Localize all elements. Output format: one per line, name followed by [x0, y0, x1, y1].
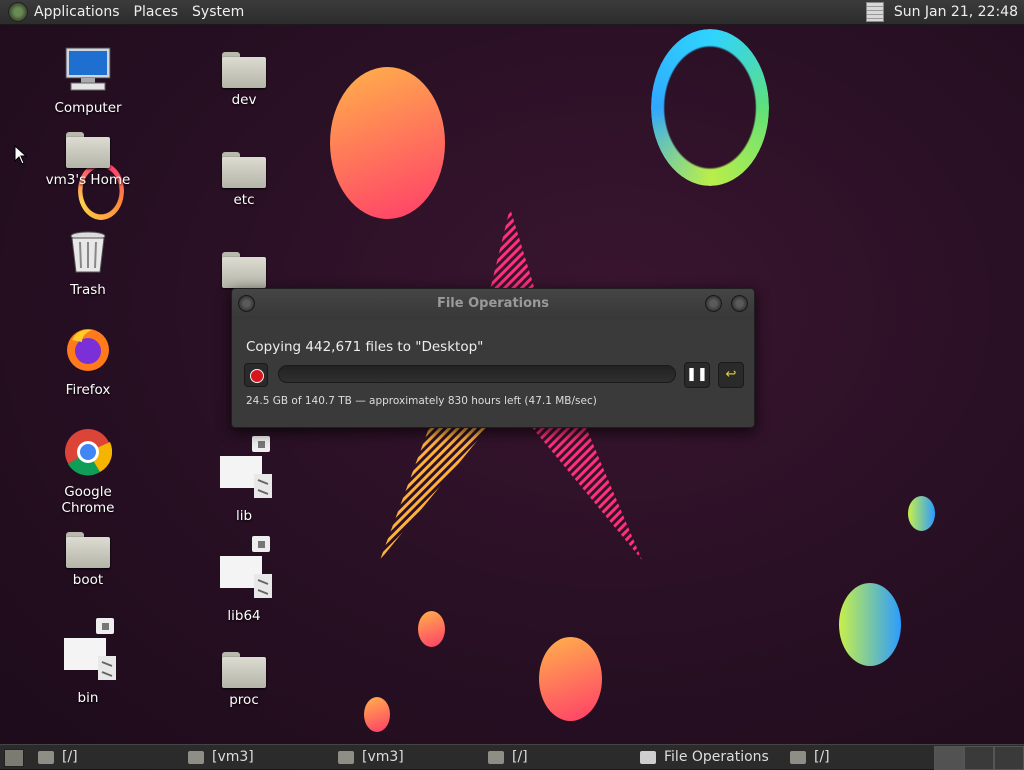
desktop-icon-label: Trash — [38, 282, 138, 298]
desktop-icon-hidden-folder[interactable] — [194, 252, 294, 288]
desktop-icon-etc[interactable]: etc — [194, 152, 294, 208]
copy-status: 24.5 GB of 140.7 TB — approximately 830 … — [246, 395, 597, 407]
clock[interactable]: Sun Jan 21, 22:48 — [894, 4, 1018, 20]
desktop-icon-dev[interactable]: dev — [194, 52, 294, 108]
desktop-icon-lib64[interactable]: lib64 — [194, 536, 294, 624]
desktop-icon-label: lib — [194, 508, 294, 524]
pause-icon: ❚❚ — [686, 367, 708, 382]
home-folder-icon — [66, 132, 110, 168]
desktop-icon-label: boot — [38, 572, 138, 588]
workspace-3[interactable] — [994, 746, 1024, 770]
folder-icon — [790, 751, 806, 764]
window-menu-button[interactable] — [238, 295, 255, 312]
desktop-icon-label: lib64 — [194, 608, 294, 624]
desktop-icon-home[interactable]: vm3's Home — [38, 132, 138, 188]
pause-button[interactable]: ❚❚ — [684, 362, 710, 388]
folder-icon — [222, 652, 266, 688]
desktop-icon-label: bin — [38, 690, 138, 706]
wallpaper-green-ellipse — [839, 583, 901, 666]
folder-icon — [66, 532, 110, 568]
task-item[interactable]: [/] — [488, 745, 528, 769]
record-indicator-icon — [244, 363, 268, 387]
desktop-icon-proc[interactable]: proc — [194, 652, 294, 708]
wallpaper-orange-ellipse — [330, 67, 445, 219]
chrome-icon — [64, 428, 112, 476]
firefox-icon — [64, 326, 112, 374]
workspace-1[interactable] — [934, 746, 964, 770]
home-folder-icon — [338, 751, 354, 764]
dialog-title: File Operations — [437, 296, 549, 311]
task-label: [/] — [814, 749, 830, 765]
symlink-icon — [58, 618, 118, 682]
task-label: [/] — [512, 749, 528, 765]
distro-logo-icon[interactable] — [8, 2, 28, 22]
wallpaper-orange-dot — [418, 611, 445, 647]
file-ops-icon — [640, 751, 656, 764]
desktop-icon-label: Google Chrome — [38, 484, 138, 516]
minimize-button[interactable] — [705, 295, 722, 312]
clock-area: Sun Jan 21, 22:48 — [866, 0, 1018, 24]
wallpaper-ring — [651, 29, 769, 186]
wallpaper-orange-ellipse-bottom — [539, 637, 602, 721]
desktop-icon-firefox[interactable]: Firefox — [38, 326, 138, 398]
copy-description: Copying 442,671 files to "Desktop" — [246, 339, 483, 355]
undo-icon: ↩ — [726, 367, 737, 382]
task-item-file-operations[interactable]: File Operations — [640, 745, 769, 769]
computer-icon — [63, 46, 113, 92]
task-item[interactable]: [vm3] — [188, 745, 254, 769]
folder-icon — [222, 252, 266, 288]
folder-icon — [222, 152, 266, 188]
wallpaper-small-green-ellipse — [908, 496, 935, 531]
task-item[interactable]: [vm3] — [338, 745, 404, 769]
menu-places[interactable]: Places — [134, 4, 179, 20]
cancel-button[interactable]: ↩ — [718, 362, 744, 388]
desktop-icon-lib[interactable]: lib — [194, 436, 294, 524]
task-item[interactable]: [/] — [790, 745, 830, 769]
desktop-icon-trash[interactable]: Trash — [38, 230, 138, 298]
desktop-icon-computer[interactable]: Computer — [38, 46, 138, 116]
symlink-icon — [214, 536, 274, 600]
task-label: [vm3] — [212, 749, 254, 765]
desktop-icon-label: Firefox — [38, 382, 138, 398]
file-operations-dialog: File Operations Copying 442,671 files to… — [231, 288, 755, 428]
desktop-icon-chrome[interactable]: Google Chrome — [38, 428, 138, 516]
top-panel: Applications Places System Sun Jan 21, 2… — [0, 0, 1024, 25]
desktop-icon-label: etc — [194, 192, 294, 208]
folder-icon — [488, 751, 504, 764]
desktop-icon-label: dev — [194, 92, 294, 108]
workspace-2[interactable] — [964, 746, 994, 770]
mouse-cursor-icon — [14, 145, 28, 165]
task-label: [vm3] — [362, 749, 404, 765]
folder-icon — [38, 751, 54, 764]
trash-icon — [68, 230, 108, 274]
folder-icon — [222, 52, 266, 88]
folder-icon — [188, 751, 204, 764]
dialog-titlebar[interactable]: File Operations — [232, 289, 754, 319]
wallpaper-orange-dot-2 — [364, 697, 390, 732]
menu-applications[interactable]: Applications — [34, 4, 120, 20]
show-desktop-icon[interactable] — [4, 749, 24, 767]
desktop-icon-bin[interactable]: bin — [38, 618, 138, 706]
desktop-icon-label: proc — [194, 692, 294, 708]
task-label: File Operations — [664, 749, 769, 765]
notes-applet-icon[interactable] — [866, 2, 884, 22]
bottom-taskbar: [/] [vm3] [vm3] [/] File Operations [/] — [0, 744, 1024, 769]
desktop-icon-label: Computer — [38, 100, 138, 116]
desktop-icon-label: vm3's Home — [38, 172, 138, 188]
desktop-icon-boot[interactable]: boot — [38, 532, 138, 588]
task-item[interactable]: [/] — [38, 745, 78, 769]
symlink-icon — [214, 436, 274, 500]
menu-system[interactable]: System — [192, 4, 244, 20]
copy-progress-bar — [278, 365, 676, 383]
task-label: [/] — [62, 749, 78, 765]
close-button[interactable] — [731, 295, 748, 312]
